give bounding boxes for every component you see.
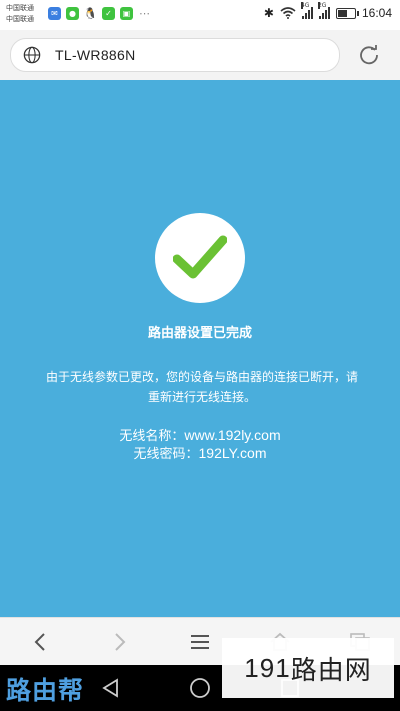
status-right: ✱ 4G 2G 16:04 bbox=[263, 2, 392, 20]
status-bar: 中国联通 中国联通 ✉ ● 🐧 ✓ ▣ ⋯ ✱ 4G 2G 16:04 bbox=[0, 0, 400, 30]
success-check-icon bbox=[155, 213, 245, 303]
chevron-left-icon bbox=[34, 633, 45, 651]
more-icon: ⋯ bbox=[139, 7, 150, 20]
image-icon: ▣ bbox=[120, 7, 133, 20]
watermark-logo-left: 路由帮 bbox=[6, 676, 85, 705]
signal-2g-label: 2G bbox=[317, 2, 327, 9]
globe-icon bbox=[23, 46, 41, 64]
battery-icon bbox=[335, 7, 359, 19]
carrier-2: 中国联通 bbox=[6, 15, 34, 23]
forward-button[interactable] bbox=[105, 628, 135, 656]
router-setup-complete-page: 路由器设置已完成 由于无线参数已更改，您的设备与路由器的连接已断开，请重新进行无… bbox=[0, 80, 400, 617]
menu-icon bbox=[191, 635, 209, 649]
wireless-name-line: 无线名称：www.192ly.com bbox=[0, 425, 400, 444]
wireless-password-label: 无线密码： bbox=[133, 447, 199, 462]
page-title: 路由器设置已完成 bbox=[147, 326, 252, 341]
watermark-text: 路由网 bbox=[290, 655, 372, 686]
url-field[interactable]: TL-WR886N bbox=[10, 38, 340, 72]
message-icon: ✉ bbox=[48, 7, 61, 20]
back-button[interactable] bbox=[25, 628, 55, 656]
qq-icon: 🐧 bbox=[83, 7, 98, 20]
wireless-name-value: www.192ly.com bbox=[184, 427, 281, 443]
url-text: TL-WR886N bbox=[55, 47, 136, 63]
carrier-1: 中国联通 bbox=[6, 4, 34, 12]
reload-icon[interactable] bbox=[358, 44, 380, 66]
watermark-number: 191 bbox=[244, 652, 291, 683]
menu-button[interactable] bbox=[185, 628, 215, 656]
wireless-name-label: 无线名称： bbox=[119, 429, 185, 444]
address-bar: TL-WR886N bbox=[0, 30, 400, 80]
watermark-logo-right: 191 路由网 bbox=[222, 638, 394, 698]
wechat-icon: ● bbox=[66, 7, 79, 20]
bluetooth-icon: ✱ bbox=[263, 6, 274, 20]
signal-4g-icon: 4G bbox=[300, 2, 313, 19]
system-home-icon[interactable] bbox=[189, 677, 211, 699]
wifi-icon bbox=[280, 7, 296, 19]
chevron-right-icon bbox=[115, 633, 126, 651]
notification-icons: ✉ ● 🐧 ✓ ▣ ⋯ bbox=[48, 7, 151, 20]
carrier-labels: 中国联通 中国联通 bbox=[6, 3, 34, 25]
signal-2g-icon: 2G bbox=[317, 2, 330, 19]
disconnect-message: 由于无线参数已更改，您的设备与路由器的连接已断开，请重新进行无线连接。 bbox=[46, 370, 359, 404]
wireless-password-value: 192LY.com bbox=[198, 445, 267, 461]
check-app-icon: ✓ bbox=[102, 7, 115, 20]
signal-4g-label: 4G bbox=[300, 2, 310, 9]
wireless-password-line: 无线密码：192LY.com bbox=[0, 443, 400, 462]
clock: 16:04 bbox=[361, 6, 392, 20]
system-back-icon[interactable] bbox=[100, 677, 122, 699]
